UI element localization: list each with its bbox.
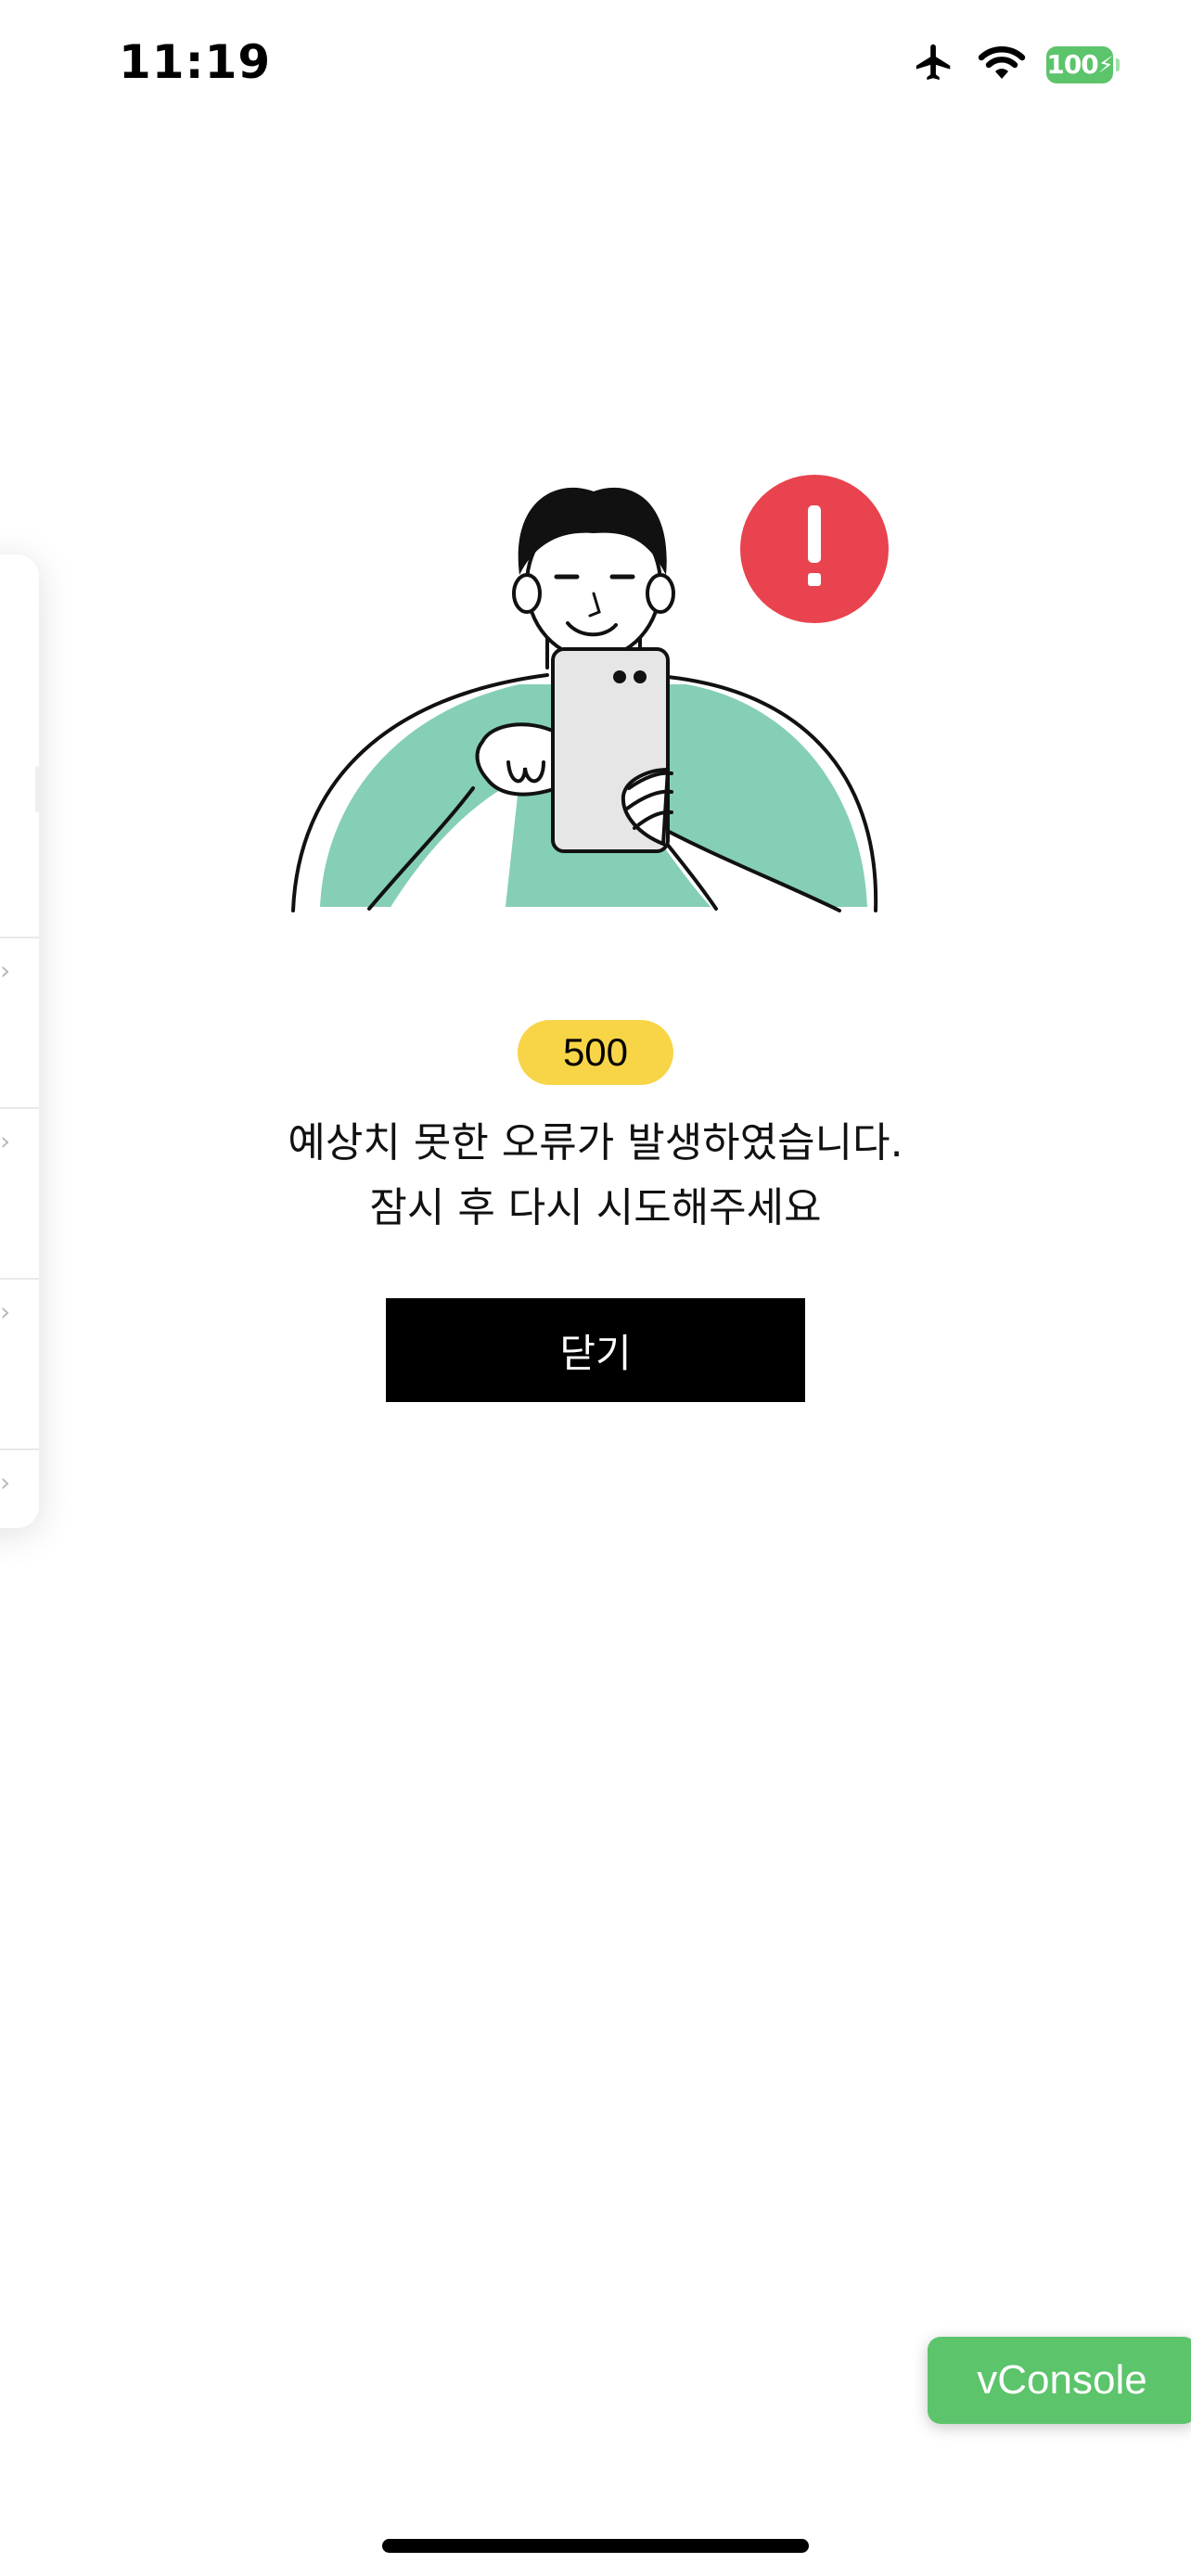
error-message-line-1: 예상치 못한 오류가 발생하였습니다. (288, 1119, 903, 1167)
error-message: 예상치 못한 오류가 발생하였습니다. 잠시 후 다시 시도해주세요 (0, 1111, 1191, 1241)
charging-bolt-icon: ⚡ (1097, 51, 1114, 78)
chevron-right-icon[interactable]: › (0, 1296, 10, 1327)
close-button[interactable]: 닫기 (386, 1298, 805, 1402)
side-panel-divider (0, 1448, 39, 1450)
battery-icon: 100 ⚡ (1046, 45, 1120, 83)
side-panel-field-edge (35, 766, 39, 812)
wifi-icon (978, 44, 1026, 85)
side-panel[interactable]: › › › › (0, 555, 39, 1528)
error-message-line-2: 잠시 후 다시 시도해주세요 (369, 1184, 822, 1231)
alert-icon (740, 475, 889, 623)
side-panel-divider (0, 1278, 39, 1280)
status-bar: 11:19 100 ⚡ (0, 0, 1191, 130)
error-code-badge: 500 (518, 1020, 673, 1085)
status-time: 11:19 (119, 35, 272, 89)
chevron-right-icon[interactable]: › (0, 955, 10, 986)
status-icons: 100 ⚡ (911, 41, 1120, 88)
error-illustration (291, 475, 889, 912)
left-hand (475, 722, 558, 797)
home-indicator[interactable] (382, 2539, 809, 2553)
battery-level: 100 (1046, 49, 1098, 80)
airplane-icon (911, 41, 957, 88)
chevron-right-icon[interactable]: › (0, 1467, 10, 1498)
vconsole-button[interactable]: vConsole (928, 2337, 1191, 2424)
side-panel-divider (0, 937, 39, 938)
side-panel-divider (0, 1107, 39, 1109)
